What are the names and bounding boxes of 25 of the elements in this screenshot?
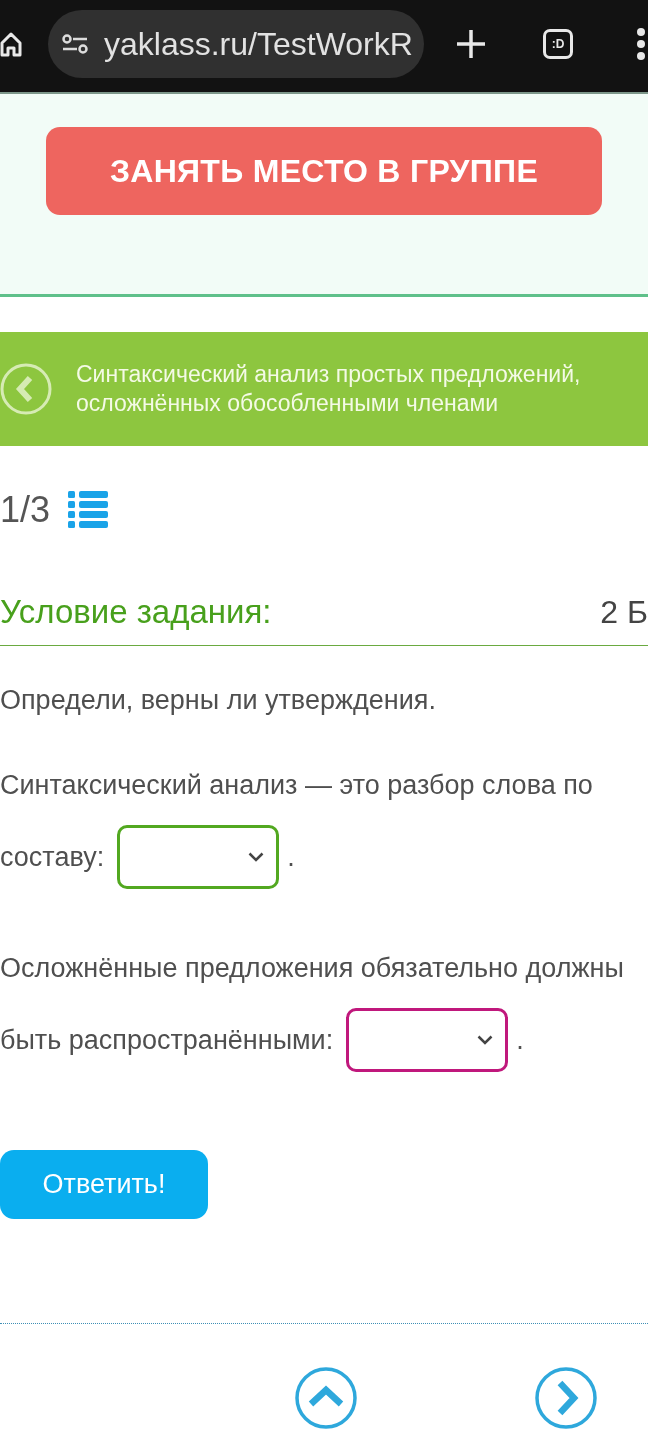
period-text: . — [287, 841, 295, 874]
points-text: 2 Б — [600, 593, 648, 632]
statement-text: быть распространёнными: — [0, 1024, 334, 1057]
more-menu-icon[interactable] — [636, 27, 646, 61]
chevron-right-circle-icon[interactable] — [535, 1367, 597, 1429]
instruction-text: Определи, верны ли утверждения. — [0, 684, 437, 717]
tab-switcher-button[interactable]: :D — [543, 29, 573, 59]
address-bar[interactable]: yaklass.ru/TestWorkR — [48, 10, 424, 78]
answer-select[interactable] — [346, 1008, 509, 1072]
home-icon[interactable] — [0, 31, 22, 57]
chevron-up-circle-icon[interactable] — [295, 1367, 357, 1429]
site-settings-icon[interactable] — [62, 34, 88, 54]
statement-text: Синтаксический анализ — это разбор слова по — [0, 769, 593, 802]
list-icon[interactable] — [68, 491, 109, 529]
period-text: . — [516, 1024, 524, 1057]
task-heading: Условие задания: — [0, 592, 272, 632]
statement-text: Осложнённые предложения обязательно должны — [0, 952, 624, 985]
answer-select[interactable] — [117, 825, 280, 889]
topic-title: Синтаксический анализ простых предложений, осложнённых обособленными членами — [76, 360, 582, 418]
chevron-down-icon — [477, 1035, 494, 1045]
statement-text: составу: — [0, 841, 105, 874]
new-tab-icon[interactable] — [456, 29, 486, 59]
chevron-down-icon — [248, 852, 265, 862]
question-counter: 1/3 — [0, 490, 51, 530]
url-text: yaklass.ru/TestWorkR — [104, 25, 413, 63]
